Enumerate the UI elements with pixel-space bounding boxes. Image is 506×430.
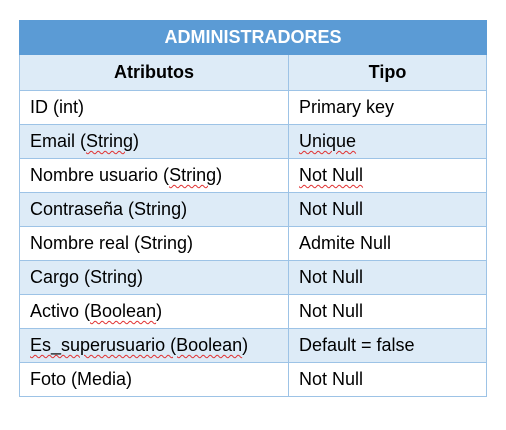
type-cell: Not Null: [287, 192, 488, 227]
attribute-cell: Activo (Boolean): [19, 294, 289, 329]
type-cell: Default = false: [287, 328, 488, 363]
table-row: Nombre usuario (String) Not Null: [19, 158, 488, 193]
header-tipo: Tipo: [287, 54, 488, 91]
table-title: ADMINISTRADORES: [18, 20, 488, 55]
attribute-cell: Contraseña (String): [19, 192, 289, 227]
type-cell: Unique: [287, 124, 488, 159]
attribute-cell: Email (String): [19, 124, 289, 159]
attribute-cell: Foto (Media): [19, 362, 289, 397]
attribute-cell: ID (int): [19, 90, 289, 125]
table-header-row: Atributos Tipo: [19, 54, 488, 91]
type-cell: Not Null: [287, 362, 488, 397]
table-row: Cargo (String) Not Null: [19, 260, 488, 295]
type-cell: Primary key: [287, 90, 488, 125]
table-row: Activo (Boolean) Not Null: [19, 294, 488, 329]
type-cell: Not Null: [287, 260, 488, 295]
type-cell: Admite Null: [287, 226, 488, 261]
table-row: Contraseña (String) Not Null: [19, 192, 488, 227]
attribute-cell: Nombre usuario (String): [19, 158, 289, 193]
attribute-cell: Nombre real (String): [19, 226, 289, 261]
table-row: Nombre real (String) Admite Null: [19, 226, 488, 261]
attribute-cell: Es_superusuario (Boolean): [19, 328, 289, 363]
administradores-table: ADMINISTRADORES Atributos Tipo ID (int) …: [18, 20, 488, 397]
type-cell: Not Null: [287, 294, 488, 329]
table-title-row: ADMINISTRADORES: [18, 20, 488, 55]
table-row: ID (int) Primary key: [19, 90, 488, 125]
header-atributos: Atributos: [19, 54, 289, 91]
table-row: Foto (Media) Not Null: [19, 362, 488, 397]
type-cell: Not Null: [287, 158, 488, 193]
table-row: Es_superusuario (Boolean) Default = fals…: [19, 328, 488, 363]
attribute-cell: Cargo (String): [19, 260, 289, 295]
table-row: Email (String) Unique: [19, 124, 488, 159]
